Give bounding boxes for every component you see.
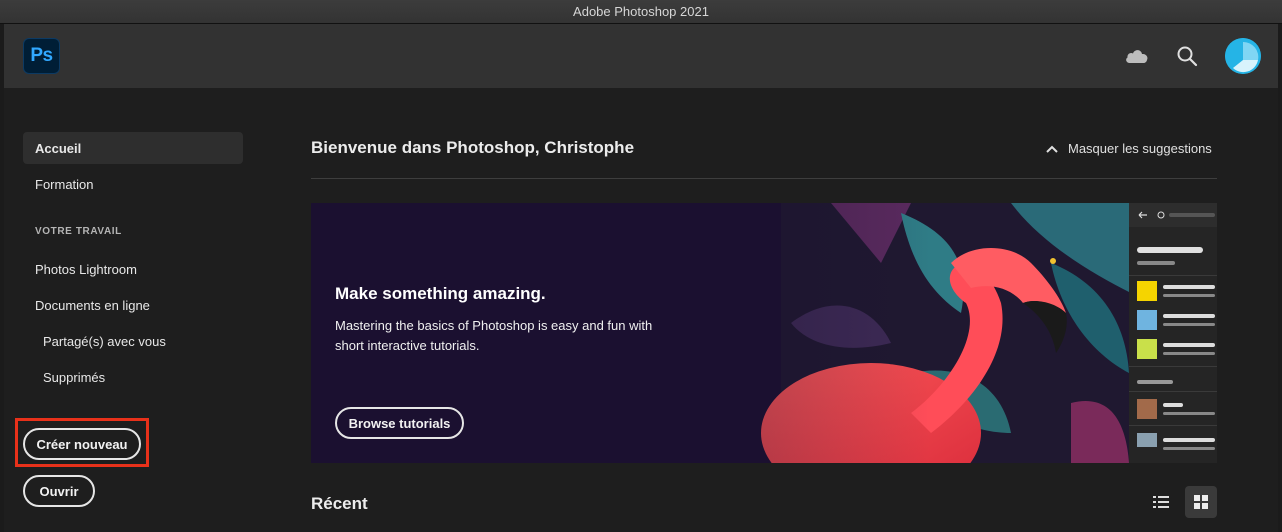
banner-title: Make something amazing. [335,284,546,303]
sidebar-item-documents-en-ligne[interactable]: Documents en ligne [23,289,243,321]
sidebar-item-photos-lightroom[interactable]: Photos Lightroom [23,253,243,285]
sidebar-item-label: Photos Lightroom [35,261,137,277]
browse-tutorials-button[interactable]: Browse tutorials [335,407,464,439]
main-area: Accueil Formation VOTRE TRAVAIL Photos L… [4,88,1278,532]
sidebar-item-supprimes[interactable]: Supprimés [23,361,243,393]
hide-suggestions-button[interactable]: Masquer les suggestions [1046,137,1212,159]
tutorial-banner: Make something amazing. Mastering the ba… [311,203,1217,463]
cloud-icon[interactable] [1124,44,1150,68]
chevron-up-icon [1046,141,1058,156]
sidebar-item-accueil[interactable]: Accueil [23,132,243,164]
grid-view-icon[interactable] [1185,486,1217,518]
list-view-icon[interactable] [1145,486,1177,518]
hide-suggestions-label: Masquer les suggestions [1068,140,1212,156]
banner-text: Mastering the basics of Photoshop is eas… [335,318,653,353]
sidebar-item-partages[interactable]: Partagé(s) avec vous [23,325,243,357]
page-title: Bienvenue dans Photoshop, Christophe [311,138,635,157]
window-titlebar: Adobe Photoshop 2021 [0,0,1282,24]
photoshop-logo[interactable]: Ps [23,38,60,74]
sidebar-item-label: Partagé(s) avec vous [43,333,166,349]
sidebar-item-label: Formation [35,176,94,192]
sidebar-item-formation[interactable]: Formation [23,168,243,200]
window-title: Adobe Photoshop 2021 [573,4,709,19]
open-button[interactable]: Ouvrir [23,475,95,507]
app-header: Ps [4,24,1278,88]
sidebar-section-title: VOTRE TRAVAIL [35,226,122,237]
avatar[interactable] [1225,38,1261,74]
sidebar-item-label: Documents en ligne [35,297,150,313]
search-icon[interactable] [1174,44,1200,68]
sidebar-item-label: Supprimés [43,369,106,385]
create-new-button[interactable]: Créer nouveau [23,428,141,460]
recent-title: Récent [311,494,368,513]
divider [311,178,1217,179]
sidebar-item-label: Accueil [35,140,82,156]
